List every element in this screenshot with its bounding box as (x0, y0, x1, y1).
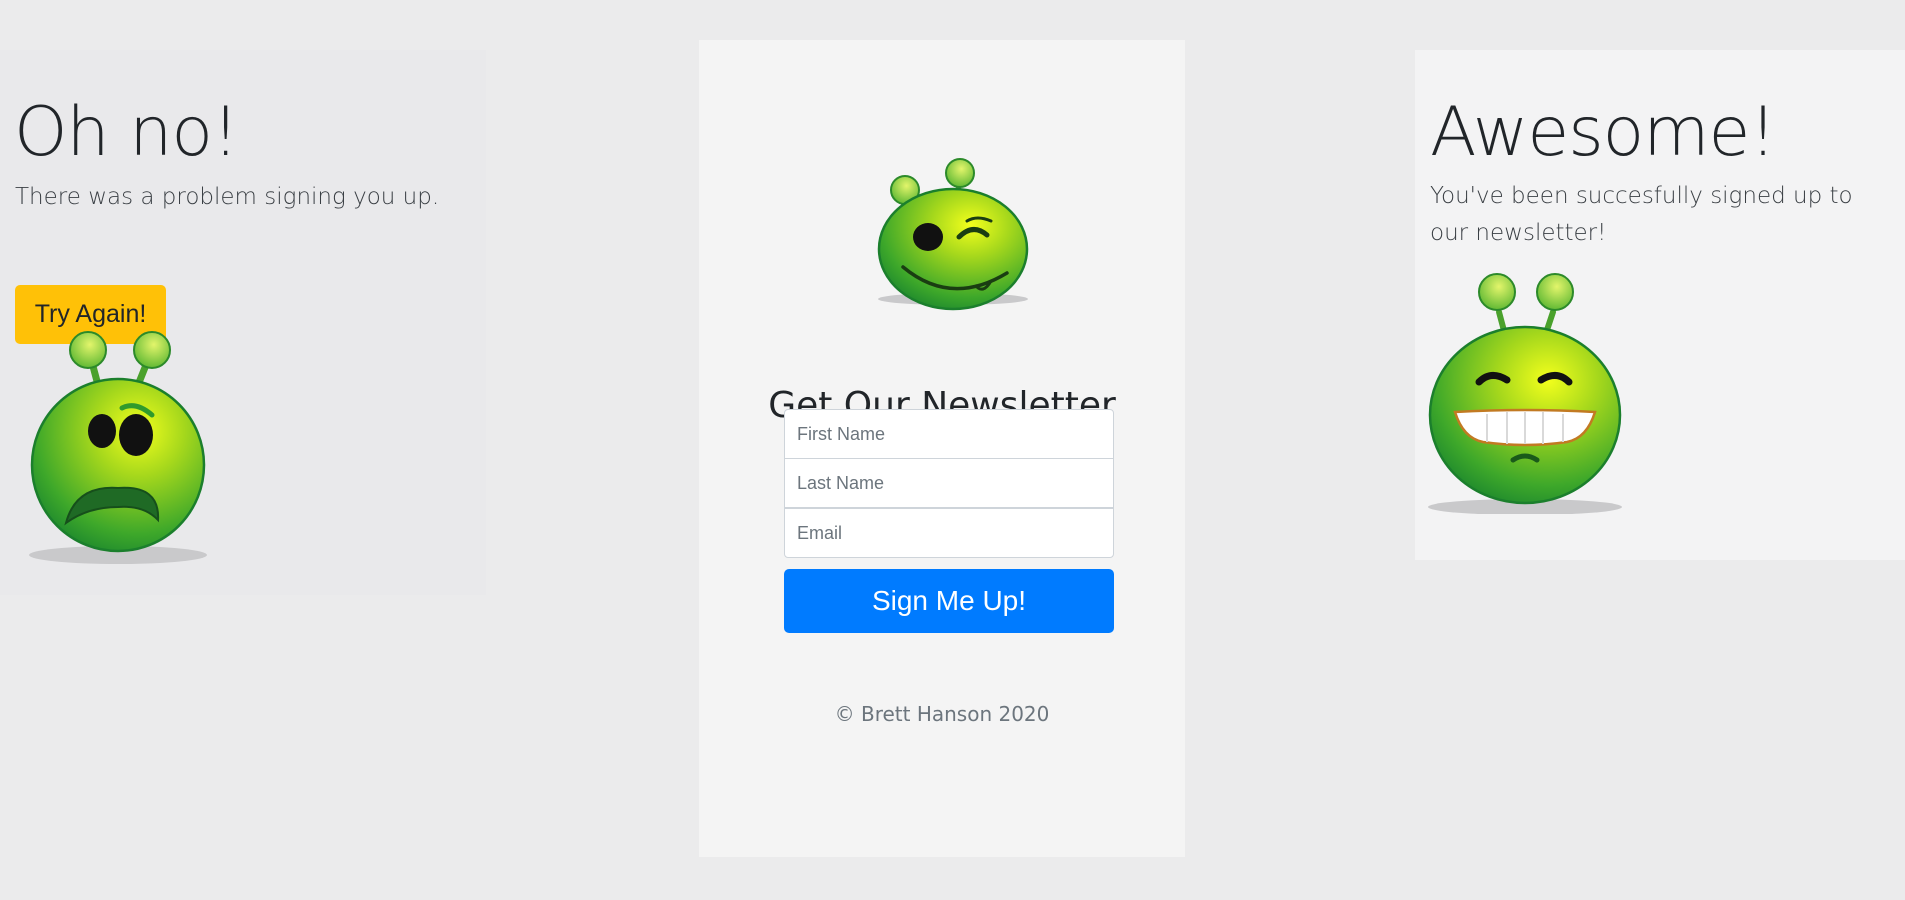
copyright-footer: © Brett Hanson 2020 (834, 702, 1050, 726)
failure-message: There was a problem signing you up. (15, 184, 440, 210)
grinning-alien-icon (1428, 273, 1622, 514)
email-field[interactable] (784, 508, 1114, 558)
sign-me-up-button[interactable]: Sign Me Up! (784, 569, 1114, 633)
worried-alien-icon (29, 331, 207, 564)
success-heading: Awesome! (1430, 93, 1777, 172)
success-panel: Awesome! You've been succesfully signed … (1415, 50, 1905, 560)
success-message: You've been succesfully signed up to our… (1430, 183, 1853, 246)
first-name-field[interactable] (784, 409, 1114, 459)
failure-heading: Oh no! (14, 93, 239, 172)
signup-card: Get Our Newsletter Sign Me Up! © Brett H… (699, 40, 1185, 857)
winking-alien-icon (877, 158, 1029, 311)
last-name-field[interactable] (784, 458, 1114, 508)
failure-panel: Oh no! There was a problem signing you u… (0, 50, 486, 595)
